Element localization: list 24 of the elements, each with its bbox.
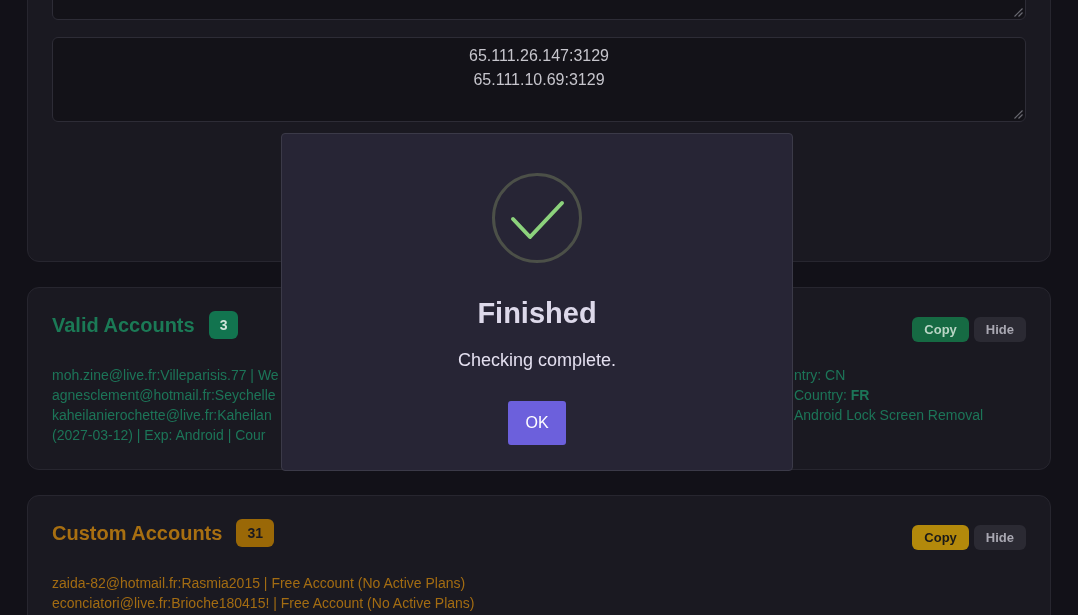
section-title: Valid Accounts <box>52 313 195 338</box>
account-text: zaida-82@hotmail.fr:Rasmia2015 | Free Account (No Active Plans) <box>52 574 466 593</box>
proxy-list-field[interactable]: 65.111.26.147:3129 65.111.10.69:3129 <box>52 37 1026 122</box>
account-text: ntry: CN <box>794 366 846 385</box>
dialog-title: Finished <box>477 296 597 331</box>
copy-button[interactable]: Copy <box>912 525 969 550</box>
ok-button[interactable]: OK <box>508 401 566 445</box>
hide-button[interactable]: Hide <box>973 525 1026 550</box>
success-check-icon <box>492 173 582 263</box>
account-text: kaheilanierochette@live.fr:Kaheilan <box>52 407 272 423</box>
count-badge: 3 <box>208 311 239 339</box>
resize-handle-icon[interactable] <box>1014 110 1023 119</box>
copy-button[interactable]: Copy <box>912 317 969 342</box>
account-text: moh.zine@live.fr:Villeparisis.77 | We <box>52 367 279 383</box>
account-text: Android Lock Screen Removal <box>794 406 984 425</box>
account-text: econciatori@live.fr:Brioche180415! | Free Account (No Active Plans) <box>52 594 475 613</box>
section-title: Custom Accounts <box>52 521 223 546</box>
dialog-message: Checking complete. <box>457 349 617 372</box>
account-text: (2027-03-12) | Exp: Android | Cour <box>52 426 266 445</box>
account-text: Country: FR <box>794 386 870 405</box>
hide-button[interactable]: Hide <box>973 317 1026 342</box>
resize-handle-icon[interactable] <box>1014 8 1023 17</box>
count-badge: 31 <box>236 519 274 547</box>
account-text: agnesclement@hotmail.fr:Seychelle <box>52 387 276 403</box>
